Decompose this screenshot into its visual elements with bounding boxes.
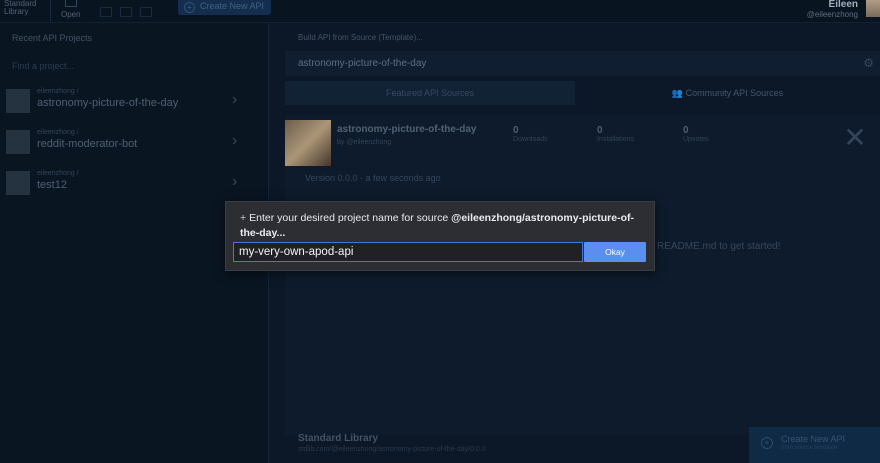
dialog-prompt: + Enter your desired project name for sou… xyxy=(240,211,645,241)
prompt-text: Enter your desired project name for sour… xyxy=(249,212,449,224)
plus-icon: + xyxy=(240,212,247,224)
project-name-dialog: + Enter your desired project name for sou… xyxy=(225,201,655,271)
project-name-value[interactable]: my-very-own-apod-api xyxy=(239,246,353,258)
okay-button[interactable]: Okay xyxy=(584,242,646,262)
project-name-input[interactable]: my-very-own-apod-api xyxy=(233,242,583,262)
